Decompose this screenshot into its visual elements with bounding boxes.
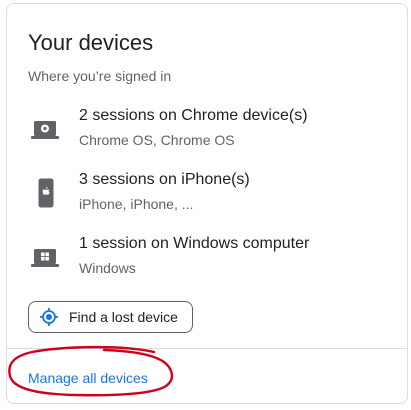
card-subtitle: Where you’re signed in xyxy=(28,68,172,84)
device-row-iphone[interactable]: 3 sessions on iPhone(s) iPhone, iPhone, … xyxy=(7,168,407,224)
chrome-laptop-icon xyxy=(29,119,61,143)
your-devices-card: Your devices Where you’re signed in 2 se… xyxy=(6,3,408,404)
device-detail: iPhone, iPhone, ... xyxy=(79,196,194,212)
device-row-chrome[interactable]: 2 sessions on Chrome device(s) Chrome OS… xyxy=(7,104,407,160)
location-target-icon xyxy=(39,307,59,327)
device-detail: Chrome OS, Chrome OS xyxy=(79,132,235,148)
device-detail: Windows xyxy=(79,260,136,276)
device-name: 1 session on Windows computer xyxy=(79,235,310,252)
device-row-windows[interactable]: 1 session on Windows computer Windows xyxy=(7,232,407,288)
footer-divider xyxy=(7,348,407,349)
card-title: Your devices xyxy=(28,30,154,55)
device-name: 2 sessions on Chrome device(s) xyxy=(79,107,308,124)
iphone-icon xyxy=(38,178,54,208)
manage-all-devices-link[interactable]: Manage all devices xyxy=(28,369,148,387)
windows-laptop-icon xyxy=(29,247,61,271)
find-lost-device-label: Find a lost device xyxy=(69,309,178,325)
device-name: 3 sessions on iPhone(s) xyxy=(79,171,250,188)
find-lost-device-button[interactable]: Find a lost device xyxy=(28,301,193,333)
